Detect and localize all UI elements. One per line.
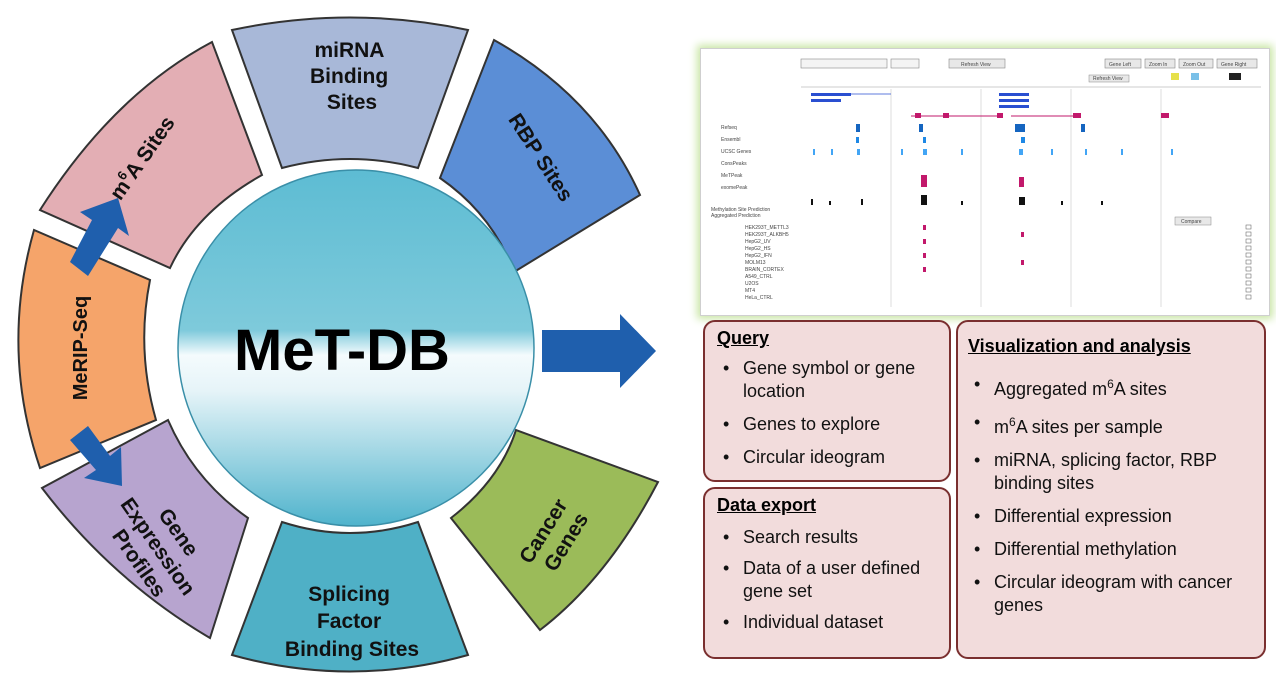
svg-text:Aggregated Prediction: Aggregated Prediction (711, 213, 761, 219)
list-item: miRNA, splicing factor, RBP binding site… (968, 449, 1254, 495)
center-label: MeT-DB (234, 318, 450, 383)
list-item: Individual dataset (717, 611, 937, 634)
svg-text:HepG2_HS: HepG2_HS (745, 246, 771, 252)
list-item: Search results (717, 526, 937, 549)
list-item: Aggregated m6A sites (968, 373, 1254, 401)
svg-text:A549_CTRL: A549_CTRL (745, 274, 773, 280)
svg-text:MOLM13: MOLM13 (745, 260, 766, 266)
list-item: Circular ideogram (717, 446, 937, 469)
svg-text:Refseq: Refseq (721, 125, 737, 131)
svg-text:HEK293T_ALKBH5: HEK293T_ALKBH5 (745, 232, 789, 238)
svg-text:MeTPeak: MeTPeak (721, 173, 743, 179)
svg-text:ConsPeaks: ConsPeaks (721, 161, 747, 167)
svg-text:Refresh View: Refresh View (961, 62, 991, 68)
list-item: m6A sites per sample (968, 411, 1254, 439)
svg-text:MT4: MT4 (745, 288, 755, 294)
merip-label: MeRIP-Seq (70, 296, 92, 400)
list-item: Genes to explore (717, 413, 937, 436)
svg-text:Compare: Compare (1181, 219, 1202, 225)
svg-text:HepG2_UV: HepG2_UV (745, 239, 771, 245)
svg-text:Zoom In: Zoom In (1149, 62, 1168, 68)
met-db-wheel-diagram: MeT-DB miRNA Binding Sites RBP Sites Can… (17, 16, 660, 673)
svg-text:Gene Right: Gene Right (1221, 62, 1247, 68)
list-item: Data of a user defined gene set (717, 557, 937, 603)
query-panel: Query Gene symbol or gene location Genes… (703, 320, 951, 482)
genome-browser-screenshot: Refresh View Gene Left Zoom In Zoom Out … (700, 48, 1270, 316)
list-item: Differential methylation (968, 538, 1254, 561)
svg-text:Ensembl: Ensembl (721, 137, 740, 143)
svg-text:HeLa_CTRL: HeLa_CTRL (745, 295, 773, 301)
visualization-panel: Visualization and analysis Aggregated m6… (956, 320, 1266, 659)
svg-text:U2OS: U2OS (745, 281, 759, 287)
svg-text:HepG2_IFN: HepG2_IFN (745, 253, 772, 259)
svg-text:exomePeak: exomePeak (721, 185, 748, 191)
svg-text:Zoom Out: Zoom Out (1183, 62, 1206, 68)
visualization-title: Visualization and analysis (968, 336, 1191, 356)
svg-text:Gene Left: Gene Left (1109, 62, 1132, 68)
genome-browser-mock: Refresh View Gene Left Zoom In Zoom Out … (701, 49, 1269, 315)
svg-text:BRAIN_CORTEX: BRAIN_CORTEX (745, 267, 784, 273)
list-item: Gene symbol or gene location (717, 357, 937, 403)
visualization-list: Aggregated m6A sites m6A sites per sampl… (968, 373, 1254, 617)
data-export-panel: Data export Search results Data of a use… (703, 487, 951, 659)
arrow-right-to-panels (542, 314, 656, 388)
query-list: Gene symbol or gene location Genes to ex… (717, 357, 937, 469)
list-item: Circular ideogram with cancer genes (968, 571, 1254, 617)
svg-text:Refresh View: Refresh View (1093, 76, 1123, 82)
list-item: Differential expression (968, 505, 1254, 528)
svg-text:HEK293T_METTL3: HEK293T_METTL3 (745, 225, 789, 231)
data-export-list: Search results Data of a user defined ge… (717, 526, 937, 634)
svg-text:UCSC Genes: UCSC Genes (721, 149, 752, 155)
data-export-title: Data export (717, 495, 817, 515)
query-title: Query (717, 328, 770, 348)
